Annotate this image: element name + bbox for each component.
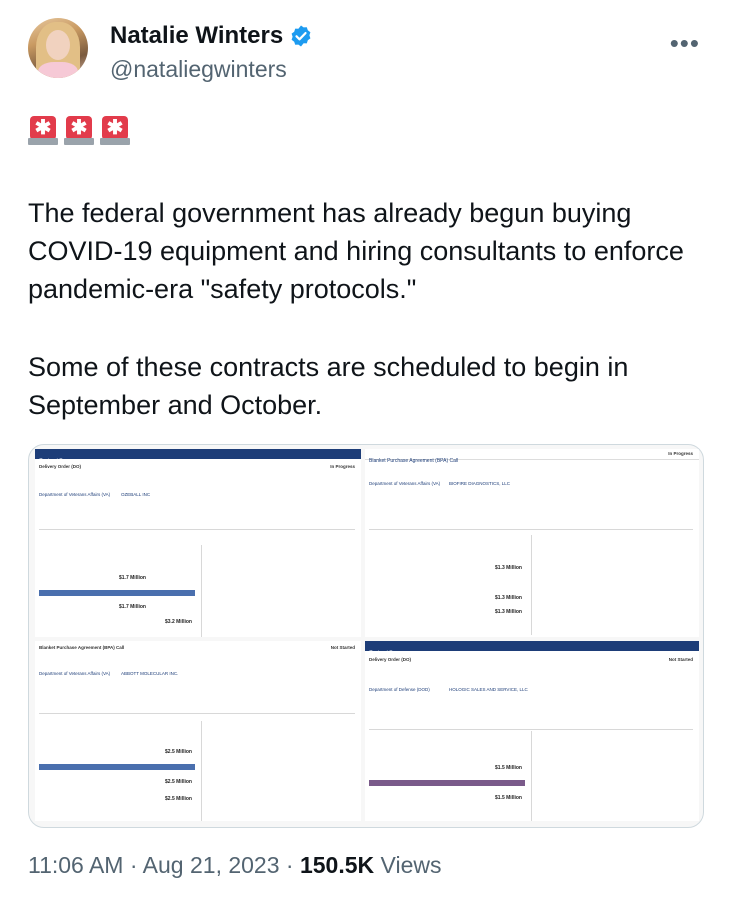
contract-screenshot-3: Blanket Purchase Agreement (BPA) Call No… bbox=[35, 641, 361, 821]
siren-emoji-icon: ✱ bbox=[28, 116, 58, 146]
panel-2-agency: Department of Veterans Affairs (VA) bbox=[369, 481, 441, 486]
tweet-media-image[interactable]: Contract Summary Delivery Order (DO) In … bbox=[28, 444, 704, 828]
panel-1-agency: Department of Veterans Affairs (VA) bbox=[39, 492, 111, 497]
panel-2-status: In Progress bbox=[668, 451, 693, 456]
author-display-name[interactable]: Natalie Winters bbox=[110, 22, 283, 50]
separator: · bbox=[285, 852, 294, 878]
tweet-text-paragraph-2: Some of these contracts are scheduled to… bbox=[28, 352, 629, 420]
panel-4-recipient: HOLOGIC SALES AND SERVICE, LLC bbox=[449, 687, 528, 692]
panel-2-recipient: BIOFIRE DIAGNOSTICS, LLC bbox=[449, 481, 511, 486]
panel-3-recipient: ABBOTT MOLECULAR INC. bbox=[121, 671, 179, 676]
panel-1-status: In Progress bbox=[330, 464, 355, 469]
tweet-text-paragraph-1: The federal government has already begun… bbox=[28, 198, 684, 304]
panel-1-amount-1: $1.7 Million bbox=[119, 575, 146, 581]
author-name-row[interactable]: Natalie Winters bbox=[110, 22, 313, 50]
panel-2-amount-2: $1.3 Million bbox=[495, 595, 522, 601]
panel-4-amount-1: $1.5 Million bbox=[495, 765, 522, 771]
panel-4-amount-2: $1.5 Million bbox=[495, 795, 522, 801]
siren-emoji-icon: ✱ bbox=[64, 116, 94, 146]
avatar[interactable] bbox=[28, 18, 88, 78]
panel-4-header: Contract Summary bbox=[369, 650, 411, 656]
tweet-time[interactable]: 11:06 AM bbox=[28, 852, 123, 878]
contract-screenshot-1: Contract Summary Delivery Order (DO) In … bbox=[35, 449, 361, 637]
siren-emoji-icon: ✱ bbox=[100, 116, 130, 146]
panel-3-amount-1: $2.5 Million bbox=[165, 749, 192, 755]
panel-1-amount-2: $1.7 Million bbox=[119, 604, 146, 610]
panel-4-status: Not Started bbox=[668, 657, 693, 662]
verified-badge-icon bbox=[291, 25, 311, 47]
panel-1-type: Delivery Order (DO) bbox=[39, 464, 82, 469]
panel-3-status: Not Started bbox=[330, 645, 355, 650]
more-options-icon[interactable]: ••• bbox=[670, 28, 700, 59]
panel-3-amount-3: $2.5 Million bbox=[165, 796, 192, 802]
panel-2-header: Blanket Purchase Agreement (BPA) Call bbox=[369, 458, 459, 464]
panel-1-recipient: OZEBALL INC bbox=[121, 492, 151, 497]
contract-screenshot-4: Contract Summary Delivery Order (DO) Not… bbox=[365, 641, 699, 821]
panel-4-agency: Department of Defense (DOD) bbox=[369, 687, 430, 692]
panel-3-type: Blanket Purchase Agreement (BPA) Call bbox=[39, 645, 125, 650]
separator: · bbox=[129, 852, 138, 878]
tweet-header: Natalie Winters @nataliegwinters ••• bbox=[28, 14, 710, 84]
panel-2-amount-1: $1.3 Million bbox=[495, 565, 522, 571]
views-label: Views bbox=[380, 852, 442, 878]
panel-3-agency: Department of Veterans Affairs (VA) bbox=[39, 671, 111, 676]
siren-emoji-row: ✱ ✱ ✱ bbox=[28, 116, 130, 146]
tweet-date[interactable]: Aug 21, 2023 bbox=[143, 852, 280, 878]
panel-3-amount-2: $2.5 Million bbox=[165, 779, 192, 785]
panel-1-amount-3: $3.2 Million bbox=[165, 619, 192, 625]
panel-4-type: Delivery Order (DO) bbox=[369, 657, 412, 662]
views-count[interactable]: 150.5K bbox=[300, 852, 374, 878]
panel-2-amount-3: $1.3 Million bbox=[495, 609, 522, 615]
author-handle[interactable]: @nataliegwinters bbox=[110, 56, 287, 83]
contract-screenshot-2: Blanket Purchase Agreement (BPA) Call In… bbox=[365, 449, 699, 637]
tweet-footer: 11:06 AM · Aug 21, 2023 · 150.5K Views bbox=[28, 852, 441, 879]
